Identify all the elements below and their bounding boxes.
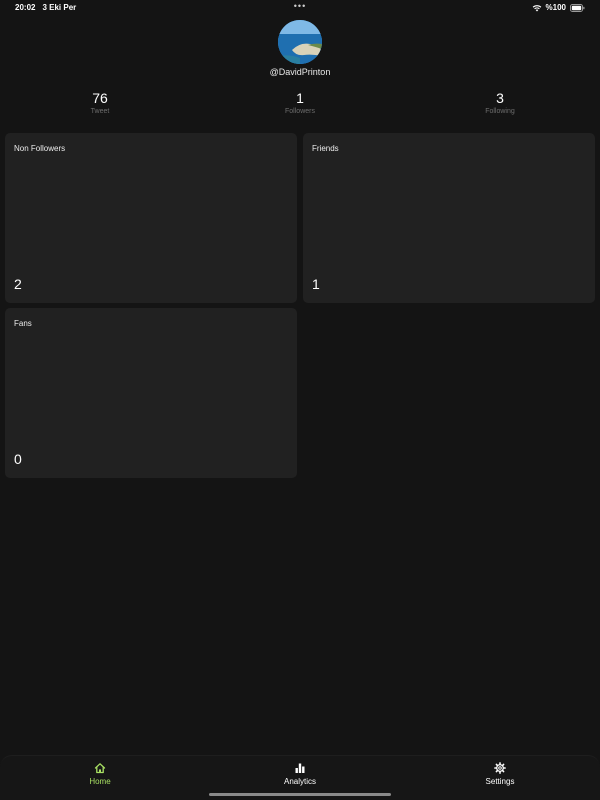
stat-following-label: Following bbox=[485, 108, 515, 115]
wifi-icon bbox=[532, 4, 542, 12]
card-title: Non Followers bbox=[14, 144, 66, 153]
card-value: 0 bbox=[14, 451, 22, 467]
multitasking-dots[interactable]: ••• bbox=[294, 1, 306, 11]
status-left: 20:02 3 Eki Per bbox=[15, 3, 76, 12]
card-non-followers[interactable]: Non Followers 2 bbox=[5, 133, 297, 303]
card-title: Fans bbox=[14, 319, 32, 328]
stat-following-value: 3 bbox=[496, 90, 504, 106]
card-friends[interactable]: Friends 1 bbox=[303, 133, 595, 303]
stat-tweet-label: Tweet bbox=[90, 108, 110, 115]
status-bar: 20:02 3 Eki Per ••• %100 bbox=[0, 0, 600, 14]
card-title: Friends bbox=[312, 144, 339, 153]
bottom-tab-bar: Home Analytics Settings bbox=[0, 755, 600, 800]
status-time: 20:02 bbox=[15, 3, 36, 12]
tab-settings[interactable]: Settings bbox=[440, 762, 560, 786]
stat-following[interactable]: 3 Following bbox=[450, 90, 550, 115]
stat-followers-value: 1 bbox=[296, 90, 304, 106]
stat-tweet-value: 76 bbox=[92, 90, 108, 106]
tab-settings-label: Settings bbox=[485, 777, 515, 786]
avatar[interactable] bbox=[278, 20, 322, 64]
stat-tweet[interactable]: 76 Tweet bbox=[50, 90, 150, 115]
card-fans[interactable]: Fans 0 bbox=[5, 308, 297, 478]
battery-icon bbox=[570, 3, 585, 12]
battery-percent: %100 bbox=[545, 3, 566, 12]
status-date: 3 Eki Per bbox=[42, 3, 77, 12]
home-icon bbox=[40, 762, 160, 775]
home-indicator[interactable] bbox=[209, 793, 391, 796]
tab-home-label: Home bbox=[89, 777, 111, 786]
stat-followers-label: Followers bbox=[285, 108, 315, 115]
card-value: 2 bbox=[14, 276, 22, 292]
stat-followers[interactable]: 1 Followers bbox=[250, 90, 350, 115]
tab-analytics-label: Analytics bbox=[283, 777, 316, 786]
bar-chart-icon bbox=[240, 762, 360, 775]
card-value: 1 bbox=[312, 276, 320, 292]
gear-icon bbox=[440, 762, 560, 775]
tab-home[interactable]: Home bbox=[40, 762, 160, 786]
status-right: %100 bbox=[532, 3, 585, 12]
tab-analytics[interactable]: Analytics bbox=[240, 762, 360, 786]
username: @DavidPrinton bbox=[269, 67, 331, 77]
